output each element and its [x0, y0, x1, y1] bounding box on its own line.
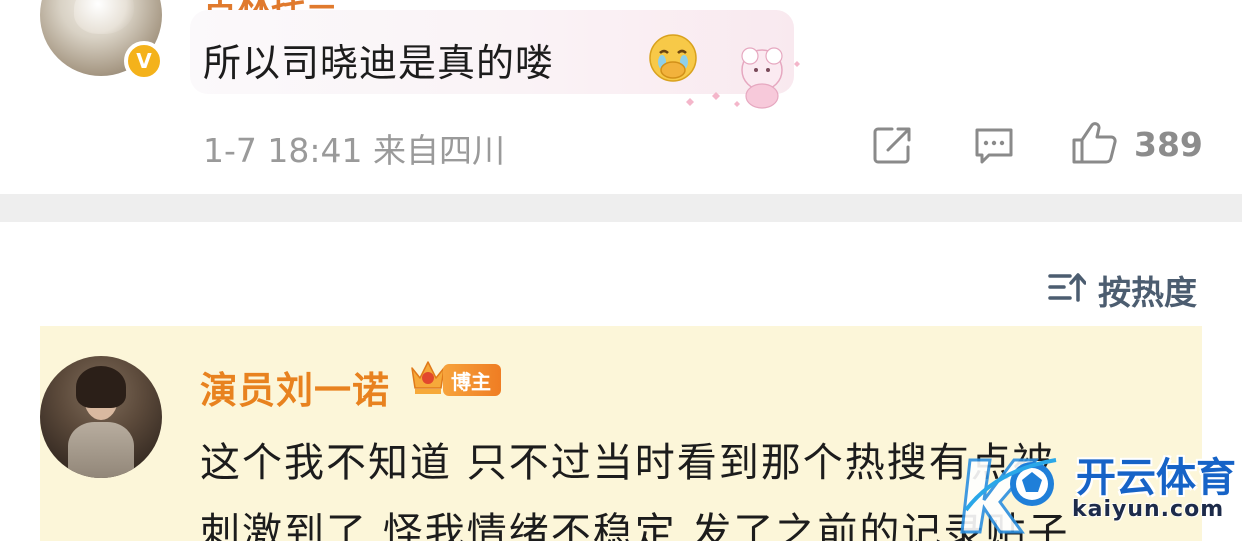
author-avatar[interactable]: [40, 356, 162, 478]
share-icon[interactable]: [872, 125, 914, 165]
watermark-url: kaiyun.com: [1072, 497, 1225, 522]
blogger-badge: 博主: [443, 364, 501, 396]
reply-text-line-2: 刺激到了 怪我情绪不稳定 发了之前的记录贴子: [200, 510, 1070, 541]
reply-text-line-1: 这个我不知道 只不过当时看到那个热搜有点被: [200, 440, 1055, 486]
watermark-title: 开云体育: [1076, 455, 1236, 501]
section-divider: [0, 194, 1242, 222]
crown-icon: [411, 361, 445, 394]
thumbs-up-icon[interactable]: [1070, 120, 1118, 166]
sheep-sticker: [686, 47, 800, 109]
like-count: 389: [1134, 125, 1203, 164]
author-name[interactable]: 演员刘一诺: [200, 360, 390, 414]
watermark-logo-icon: [960, 458, 1057, 534]
verified-badge: V: [124, 41, 164, 81]
comment-text: 所以司晓迪是真的喽: [203, 41, 555, 85]
comment-meta: 1-7 18:41 来自四川: [203, 131, 505, 170]
sort-by-hot-button[interactable]: 按热度: [1098, 266, 1197, 314]
comment-icon[interactable]: [973, 125, 1015, 165]
sort-icon[interactable]: [1048, 270, 1086, 304]
